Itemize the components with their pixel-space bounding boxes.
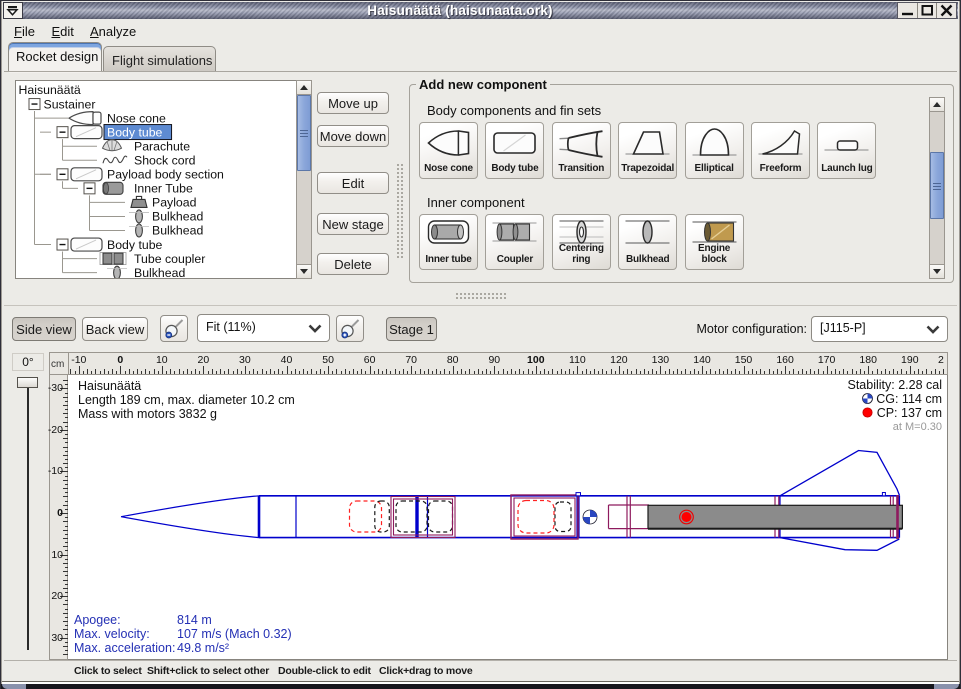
svg-text:Inner Tube: Inner Tube <box>134 182 193 196</box>
svg-text:Tube coupler: Tube coupler <box>134 252 205 266</box>
svg-text:Sustainer: Sustainer <box>44 97 96 111</box>
svg-text:Parachute: Parachute <box>134 139 190 153</box>
svg-text:Body tube: Body tube <box>107 238 163 252</box>
svg-text:Bulkhead: Bulkhead <box>152 210 203 224</box>
svg-text:Shock cord: Shock cord <box>134 153 196 167</box>
svg-text:Bulkhead: Bulkhead <box>152 224 203 238</box>
svg-text:Payload: Payload <box>152 196 197 210</box>
svg-text:Nose cone: Nose cone <box>107 111 166 125</box>
svg-text:Haisunäätä: Haisunäätä <box>19 83 81 97</box>
svg-text:Payload body section: Payload body section <box>107 168 224 182</box>
svg-text:Bulkhead: Bulkhead <box>134 266 185 278</box>
svg-text:Body tube: Body tube <box>107 125 163 139</box>
